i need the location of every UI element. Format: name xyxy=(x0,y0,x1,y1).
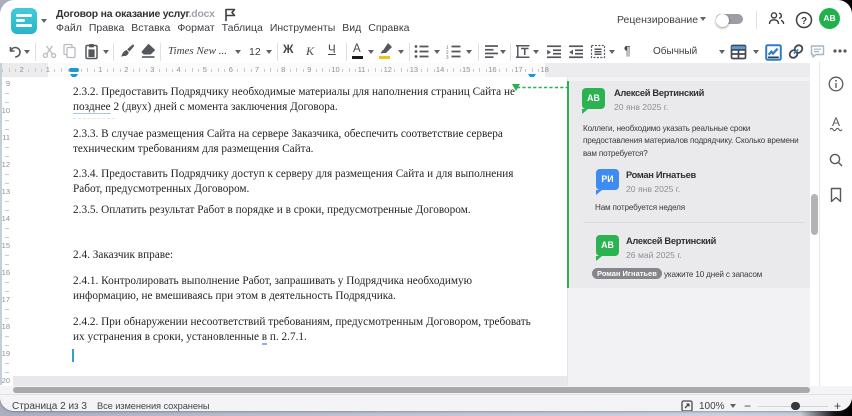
svg-text:A: A xyxy=(832,116,840,129)
svg-text:?: ? xyxy=(801,16,807,27)
svg-text:3: 3 xyxy=(446,55,449,59)
